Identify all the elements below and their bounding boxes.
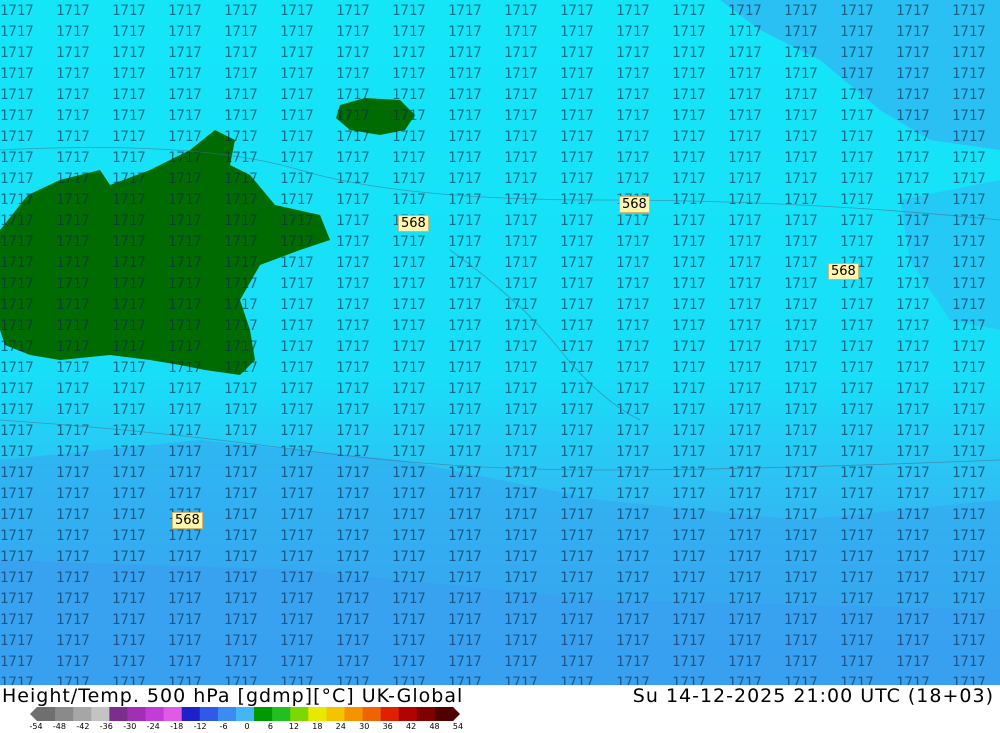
scale-tick-label: -54 [29, 722, 43, 731]
color-scale-bar [30, 707, 460, 721]
scale-swatch [91, 707, 110, 721]
scale-tick-label: 48 [429, 722, 440, 731]
scale-swatch [109, 707, 128, 721]
contour-label-568: 568 [398, 215, 429, 232]
map-footer: Height/Temp. 500 hPa [gdmp][°C] UK-Globa… [0, 685, 1000, 733]
scale-tick-label: -36 [99, 722, 113, 731]
scale-tick-label: 30 [359, 722, 370, 731]
scale-swatch [127, 707, 147, 721]
scale-swatch [290, 707, 309, 721]
scale-swatch [73, 707, 92, 721]
scale-swatch [37, 707, 56, 721]
scale-tick-label: 18 [312, 722, 323, 731]
color-scale-ticks: -54 -48 -42 -36 -30 -24 -18 -12 -6 0 6 12 18 24 30 36 42… [29, 722, 470, 733]
weather-map-page: 1717 568 568 568 568 Height/Temp. 500 hP… [0, 0, 1000, 733]
scale-swatch [254, 707, 273, 721]
scale-swatch [398, 707, 418, 721]
scale-swatch [145, 707, 165, 721]
scale-swatch [163, 707, 183, 721]
scale-tick-label: -6 [219, 722, 228, 731]
scale-swatch [235, 707, 255, 721]
scale-tick-label: 54 [452, 722, 464, 731]
scale-swatch [199, 707, 219, 721]
scale-tick-label: -42 [76, 722, 90, 731]
scale-tick-label: -30 [123, 722, 137, 731]
scale-swatch [344, 707, 364, 721]
scale-swatch [416, 707, 436, 721]
scale-tick-label: -24 [146, 722, 160, 731]
scale-swatch [362, 707, 382, 721]
scale-tick-label: 6 [267, 722, 273, 731]
scale-swatch [308, 707, 327, 721]
scale-swatch [217, 707, 237, 721]
map-title: Height/Temp. 500 hPa [gdmp][°C] UK-Globa… [2, 685, 464, 707]
scale-tick-label: -12 [193, 722, 207, 731]
scale-swatch [55, 707, 74, 721]
contour-label-568: 568 [619, 196, 650, 213]
scale-swatch [272, 707, 291, 721]
scale-swatch [326, 707, 345, 721]
weather-map: 1717 [0, 0, 1000, 685]
scale-tick-label: 24 [335, 722, 346, 731]
contour-label-568: 568 [828, 263, 859, 280]
scale-tick-label: 0 [244, 722, 250, 731]
scale-swatch [380, 707, 400, 721]
scale-tick-label: 36 [382, 722, 393, 731]
scale-tick-label: 42 [406, 722, 417, 731]
scale-tick-label: -18 [170, 722, 184, 731]
scale-arrow-right [453, 707, 460, 721]
temperature-number-overlay [0, 0, 1000, 685]
map-valid-time: Su 14-12-2025 21:00 UTC (18+03) [632, 685, 994, 707]
scale-swatch [181, 707, 201, 721]
scale-swatch [434, 707, 454, 721]
scale-arrow-left [30, 707, 37, 721]
contour-label-568: 568 [172, 512, 203, 529]
scale-tick-label: -48 [52, 722, 66, 731]
scale-tick-label: 12 [288, 722, 299, 731]
